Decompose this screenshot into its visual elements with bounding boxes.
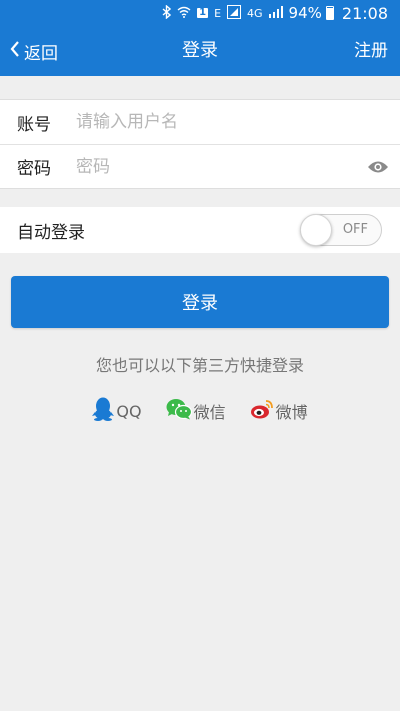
battery-icon bbox=[325, 6, 334, 20]
password-row: 密码 bbox=[0, 144, 400, 188]
weibo-login-button[interactable]: 微博 bbox=[250, 398, 308, 424]
show-password-eye-icon[interactable] bbox=[356, 145, 400, 189]
battery-percent: 94% bbox=[288, 4, 322, 22]
page-title: 登录 bbox=[182, 40, 218, 61]
qq-icon bbox=[92, 397, 116, 425]
chevron-left-icon bbox=[10, 40, 24, 62]
toggle-state-text: OFF bbox=[342, 222, 368, 237]
network-4g-label: 4G bbox=[247, 6, 263, 20]
wechat-icon bbox=[166, 398, 194, 424]
register-button[interactable]: 注册 bbox=[354, 26, 388, 76]
auto-login-toggle[interactable]: OFF bbox=[300, 214, 382, 246]
auto-login-label: 自动登录 bbox=[17, 222, 85, 243]
status-bar: 1 E 4G 94% 21:08 bbox=[0, 0, 400, 26]
account-input[interactable] bbox=[76, 102, 400, 142]
third-party-login: QQ 微信 微博 bbox=[0, 396, 400, 426]
sim-badge: 1 bbox=[197, 7, 209, 18]
clock: 21:08 bbox=[341, 3, 388, 23]
signal-strength-icon bbox=[268, 6, 283, 20]
nav-bar: 返回 登录 注册 bbox=[0, 26, 400, 76]
back-button[interactable]: 返回 bbox=[10, 26, 58, 76]
account-label: 账号 bbox=[17, 114, 51, 135]
wechat-login-button[interactable]: 微信 bbox=[166, 398, 226, 424]
login-button[interactable]: 登录 bbox=[11, 276, 389, 328]
signal-icon bbox=[227, 5, 242, 21]
qq-login-button[interactable]: QQ bbox=[92, 397, 142, 425]
login-form: 账号 密码 bbox=[0, 99, 400, 189]
account-row: 账号 bbox=[0, 100, 400, 144]
auto-login-row: 自动登录 OFF bbox=[0, 207, 400, 253]
weibo-label: 微博 bbox=[275, 403, 308, 422]
qq-label: QQ bbox=[116, 401, 142, 421]
bluetooth-icon bbox=[162, 4, 172, 21]
third-party-hint: 您也可以以下第三方快捷登录 bbox=[95, 356, 304, 375]
wifi-icon bbox=[177, 6, 191, 20]
toggle-knob bbox=[300, 214, 332, 246]
weibo-icon bbox=[250, 398, 276, 424]
back-label: 返回 bbox=[24, 43, 58, 64]
password-input[interactable] bbox=[76, 146, 356, 187]
wechat-label: 微信 bbox=[193, 403, 226, 422]
network-e-label: E bbox=[214, 6, 222, 20]
password-label: 密码 bbox=[17, 159, 51, 179]
